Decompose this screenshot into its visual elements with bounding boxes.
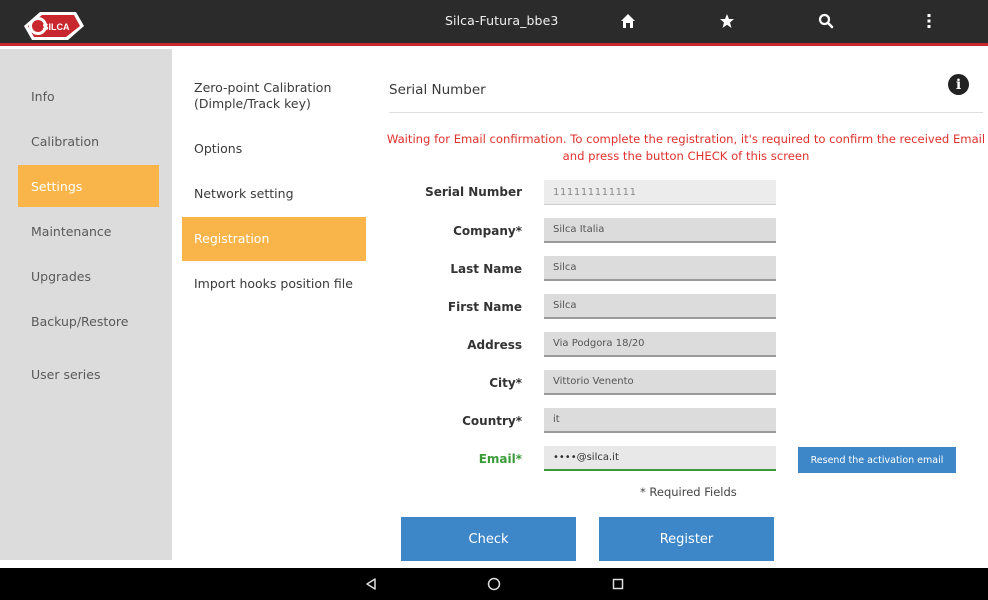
- submenu-item-zero-point-calibration[interactable]: Zero-point Calibration (Dimple/Track key…: [182, 74, 366, 118]
- last-name-field[interactable]: Silca: [544, 256, 776, 281]
- home-icon: [621, 14, 635, 28]
- overflow-menu-button[interactable]: [918, 10, 940, 32]
- page-title: Serial Number: [389, 82, 486, 98]
- submenu-item-registration[interactable]: Registration: [182, 217, 366, 261]
- info-icon[interactable]: i: [948, 74, 969, 95]
- serial-number-label: Serial Number: [425, 185, 522, 199]
- submenu-item-label: Registration: [194, 231, 270, 246]
- sidebar-item-label: Info: [31, 88, 55, 104]
- sidebar-item-calibration[interactable]: Calibration: [18, 120, 159, 162]
- country-label: Country*: [462, 414, 522, 428]
- submenu-item-network-setting[interactable]: Network setting: [182, 172, 366, 216]
- required-fields-note: * Required Fields: [640, 485, 737, 499]
- settings-submenu: Zero-point Calibration (Dimple/Track key…: [182, 49, 366, 560]
- sidebar-item-label: Upgrades: [31, 268, 91, 284]
- email-field[interactable]: ••••@silca.it: [544, 446, 776, 471]
- nav-back-button[interactable]: [360, 573, 382, 595]
- address-label: Address: [467, 338, 522, 352]
- divider: [389, 112, 983, 113]
- sidebar-item-label: Maintenance: [31, 223, 112, 239]
- sidebar: Info Calibration Settings Maintenance Up…: [0, 49, 172, 560]
- registration-panel: Serial Number i Waiting for Email confir…: [366, 49, 988, 561]
- sidebar-item-label: Backup/Restore: [31, 313, 129, 329]
- country-field[interactable]: it: [544, 408, 776, 433]
- last-name-label: Last Name: [450, 262, 522, 276]
- city-field[interactable]: Vittorio Venento: [544, 370, 776, 395]
- email-label: Email*: [478, 452, 522, 466]
- company-label: Company*: [453, 224, 522, 238]
- company-field[interactable]: Silca Italia: [544, 218, 776, 243]
- star-icon: [720, 14, 734, 28]
- first-name-label: First Name: [447, 300, 522, 314]
- resend-activation-email-button[interactable]: Resend the activation email: [798, 447, 956, 473]
- address-field[interactable]: Via Podgora 18/20: [544, 332, 776, 357]
- submenu-item-label: Network setting: [194, 186, 294, 201]
- submenu-item-label: Import hooks position file: [194, 276, 353, 291]
- silca-logo: SILCA: [24, 12, 84, 40]
- home-button[interactable]: [617, 10, 639, 32]
- sidebar-item-backup-restore[interactable]: Backup/Restore: [18, 300, 159, 342]
- submenu-item-import-hooks[interactable]: Import hooks position file: [182, 262, 366, 306]
- recents-icon: [612, 578, 624, 590]
- device-title: Silca-Futura_bbe3: [445, 13, 559, 28]
- first-name-field[interactable]: Silca: [544, 294, 776, 319]
- check-button[interactable]: Check: [401, 517, 576, 561]
- sidebar-item-info[interactable]: Info: [18, 75, 159, 117]
- app-window: SILCA Silca-Futura_bbe3 Info Calibration…: [0, 0, 988, 600]
- sidebar-item-upgrades[interactable]: Upgrades: [18, 255, 159, 297]
- sidebar-item-label: Settings: [31, 178, 83, 194]
- sidebar-item-user-series[interactable]: User series: [18, 353, 159, 395]
- sidebar-item-settings[interactable]: Settings: [18, 165, 159, 207]
- register-button[interactable]: Register: [599, 517, 774, 561]
- search-icon: [818, 13, 834, 29]
- top-bar: SILCA Silca-Futura_bbe3: [0, 0, 988, 46]
- back-icon: [366, 578, 376, 590]
- search-button[interactable]: [815, 10, 837, 32]
- submenu-item-options[interactable]: Options: [182, 127, 366, 171]
- email-confirmation-warning: Waiting for Email confirmation. To compl…: [386, 132, 986, 163]
- nav-home-button[interactable]: [483, 573, 505, 595]
- sidebar-item-maintenance[interactable]: Maintenance: [18, 210, 159, 252]
- city-label: City*: [489, 376, 522, 390]
- home-circle-icon: [487, 577, 501, 591]
- submenu-item-label: Zero-point Calibration (Dimple/Track key…: [194, 80, 332, 111]
- system-navigation-bar: [0, 568, 988, 600]
- sidebar-item-label: Calibration: [31, 133, 100, 149]
- submenu-item-label: Options: [194, 141, 243, 156]
- sidebar-item-label: User series: [31, 366, 101, 382]
- serial-number-field: 111111111111: [544, 180, 776, 205]
- logo-text: SILCA: [43, 22, 71, 32]
- more-vertical-icon: [927, 14, 931, 28]
- favorites-button[interactable]: [716, 10, 738, 32]
- nav-recents-button[interactable]: [607, 573, 629, 595]
